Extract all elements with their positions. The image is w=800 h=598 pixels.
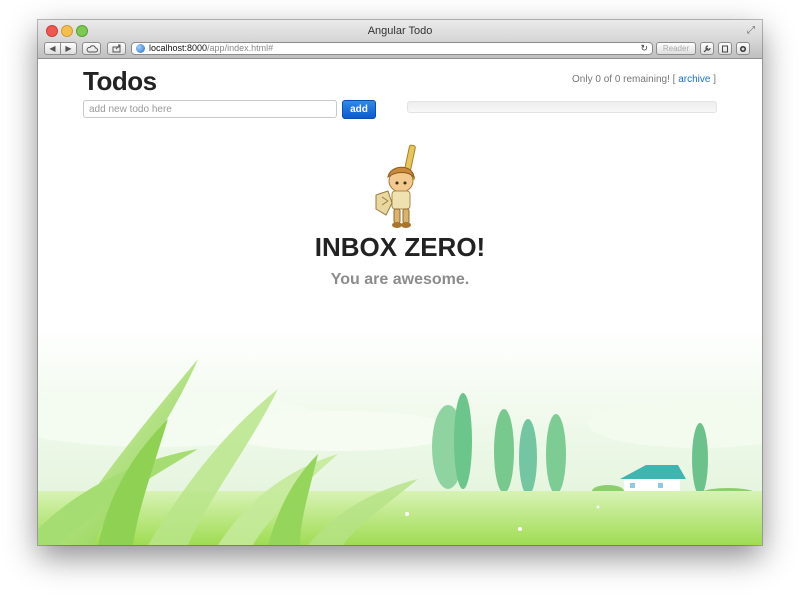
- browser-window: Angular Todo ⤢ ◀ ▶ localhost:8000/app/in…: [38, 20, 762, 545]
- back-button[interactable]: ◀: [44, 42, 61, 55]
- share-icon: [112, 44, 120, 53]
- page-title: Todos: [83, 66, 157, 96]
- empty-state-subheading: You are awesome.: [330, 271, 470, 288]
- meadow-background-illustration: [38, 59, 762, 545]
- forward-arrow-icon: ▶: [65, 44, 72, 53]
- address-bar[interactable]: localhost:8000/app/index.html# ↻: [131, 42, 653, 55]
- remaining-text: Only 0 of 0 remaining! [: [572, 74, 676, 85]
- fullscreen-icon[interactable]: ⤢: [747, 25, 755, 36]
- extension-icon[interactable]: [736, 42, 750, 55]
- icloud-tabs-button[interactable]: [82, 42, 101, 55]
- title-bar: Angular Todo ⤢: [38, 20, 762, 42]
- reader-button[interactable]: Reader: [656, 42, 696, 55]
- share-button[interactable]: [107, 42, 126, 55]
- url-text: localhost:8000/app/index.html#: [149, 43, 273, 54]
- page-content: Todos Only 0 of 0 remaining! [ archive ]…: [38, 59, 762, 545]
- back-arrow-icon: ◀: [49, 44, 56, 53]
- url-host: localhost:8000: [149, 43, 208, 53]
- new-todo-input[interactable]: [83, 100, 337, 118]
- forward-button[interactable]: ▶: [60, 42, 77, 55]
- bookmarks-icon[interactable]: [718, 42, 732, 55]
- empty-state-heading: INBOX ZERO!: [314, 232, 486, 262]
- add-todo-button[interactable]: add: [342, 100, 376, 119]
- url-path: /app/index.html#: [207, 43, 274, 53]
- globe-icon: [136, 44, 145, 53]
- tools-wrench-icon[interactable]: [700, 42, 714, 55]
- remaining-status: Only 0 of 0 remaining! [ archive ]: [572, 74, 716, 85]
- archive-link[interactable]: archive: [678, 74, 710, 85]
- todo-progress-bar: [407, 101, 717, 113]
- browser-toolbar: ◀ ▶ localhost:8000/app/index.html# ↻ Rea…: [38, 42, 762, 59]
- hero-knight-icon: [375, 144, 416, 228]
- cloud-icon: [86, 44, 98, 52]
- reload-icon[interactable]: ↻: [640, 43, 648, 54]
- remaining-close-bracket: ]: [713, 74, 716, 85]
- window-title: Angular Todo: [367, 25, 433, 37]
